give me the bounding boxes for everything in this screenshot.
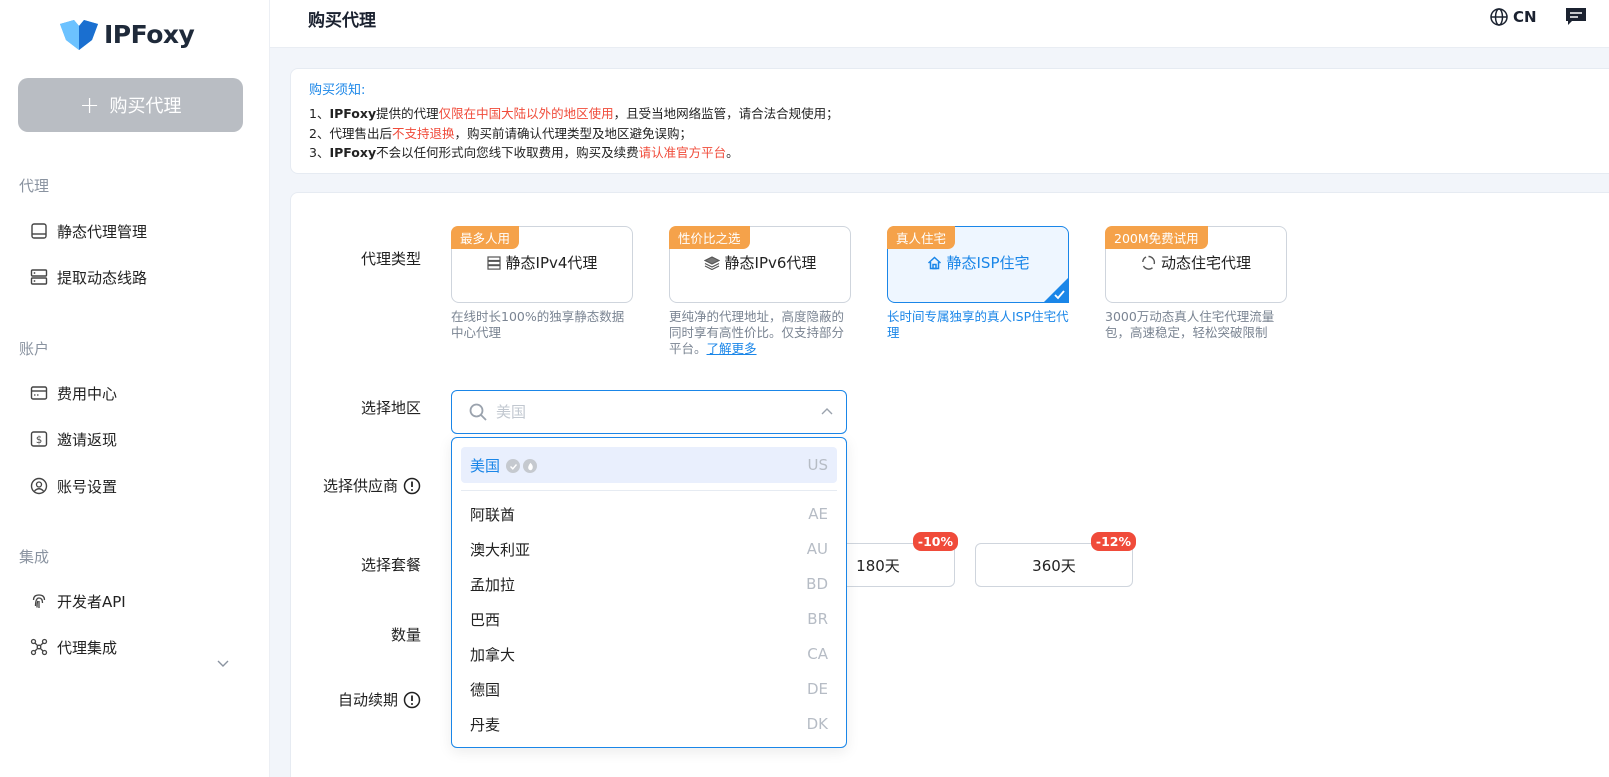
learn-more-link[interactable]: 了解更多 (707, 341, 757, 356)
chevron-down-icon[interactable] (216, 656, 230, 670)
verified-icon (506, 459, 521, 473)
sidebar-item-proxy-integration[interactable]: 代理集成 (30, 632, 117, 662)
buy-proxy-label: 购买代理 (109, 96, 182, 117)
recycle-icon (1142, 255, 1156, 270)
type-card-isp[interactable]: 真人住宅 静态ISP住宅 (887, 226, 1069, 303)
notice-line-3: 3、IPFoxy不会以任何形式向您线下收取费用，购买及续费请认准官方平台。 (309, 145, 739, 160)
sidebar-item-label: 账号设置 (57, 477, 118, 496)
region-option-ca[interactable]: 加拿大 CA (461, 636, 837, 672)
region-option-de[interactable]: 德国 DE (461, 671, 837, 707)
sidebar-item-billing[interactable]: 费用中心 (30, 378, 117, 408)
svg-text:$: $ (36, 435, 42, 446)
sidebar-item-developer-api[interactable]: 开发者API (30, 586, 126, 616)
chevron-up-icon[interactable] (820, 405, 834, 419)
type-card-ipv6[interactable]: 性价比之选 静态IPv6代理 (669, 226, 851, 303)
fox-logo-icon (60, 20, 98, 50)
type-desc-ipv6: 更纯净的代理地址，高度隐蔽的同时享有高性价比。仅支持部分平台。了解更多 (669, 309, 845, 356)
info-icon[interactable] (403, 477, 421, 495)
page-title: 购买代理 (308, 11, 376, 31)
type-name: 静态IPv6代理 (670, 252, 850, 273)
notice-line-1: 1、IPFoxy提供的代理仅限在中国大陆以外的地区使用，且受当地网络监管，请合法… (309, 106, 839, 121)
type-name: 静态ISP住宅 (888, 252, 1068, 273)
search-icon (469, 403, 487, 421)
selected-check-icon (1043, 277, 1069, 303)
type-name: 静态IPv4代理 (452, 252, 632, 273)
nav-section-account: 账户 (19, 340, 50, 358)
language-switcher[interactable]: CN (1489, 7, 1537, 27)
fire-icon (523, 459, 538, 473)
card-icon (30, 384, 48, 402)
sidebar-item-label: 费用中心 (57, 384, 118, 403)
type-name: 动态住宅代理 (1106, 252, 1286, 273)
region-search-input[interactable] (496, 403, 796, 421)
sidebar-item-label: 静态代理管理 (57, 222, 148, 241)
layers-icon (703, 255, 720, 270)
sidebar-item-label: 代理集成 (57, 638, 118, 657)
type-badge: 200M免费试用 (1105, 226, 1208, 249)
globe-icon (1490, 8, 1508, 26)
type-badge: 性价比之选 (669, 226, 750, 249)
user-circle-icon (30, 477, 48, 495)
type-desc-dynamic: 3000万动态真人住宅代理流量包，高速稳定，轻松突破限制 (1105, 309, 1275, 340)
sidebar-item-static-proxy[interactable]: 静态代理管理 (30, 216, 147, 246)
plan-360-days[interactable]: 360天 -12% (975, 532, 1136, 587)
info-icon[interactable] (403, 691, 421, 709)
region-option-us[interactable]: 美国 US (461, 447, 837, 483)
purchase-notice: 购买须知: 1、IPFoxy提供的代理仅限在中国大陆以外的地区使用，且受当地网络… (290, 68, 1609, 174)
region-search[interactable] (451, 390, 847, 434)
monitor-icon (30, 222, 48, 240)
brand-logo[interactable]: IPFoxy (58, 14, 195, 54)
type-badge: 真人住宅 (887, 226, 956, 249)
sidebar-item-label: 提取动态线路 (57, 268, 148, 287)
discount-badge: -10% (912, 532, 958, 551)
sidebar-item-referral[interactable]: $ 邀请返现 (30, 424, 117, 454)
dropdown-divider (461, 490, 837, 491)
type-card-ipv4[interactable]: 最多人用 静态IPv4代理 (451, 226, 633, 303)
type-desc-ipv4: 在线时长100%的独享静态数据中心代理 (451, 309, 625, 340)
sidebar-item-label: 邀请返现 (57, 430, 118, 449)
server-icon (30, 268, 48, 286)
type-desc-isp: 长时间专属独享的真人ISP住宅代理 (887, 309, 1069, 340)
type-badge: 最多人用 (451, 226, 520, 249)
label-quantity: 数量 (390, 626, 421, 644)
brand-name: IPFoxy (104, 19, 195, 49)
dollar-icon: $ (30, 430, 48, 448)
notice-title: 购买须知: (309, 83, 366, 98)
sidebar: IPFoxy + 购买代理 代理 静态代理管理 提取动态线路 账户 费用中心 $… (0, 0, 270, 777)
discount-badge: -12% (1090, 532, 1136, 551)
plus-icon: + (79, 91, 100, 119)
label-provider: 选择供应商 (291, 475, 421, 496)
region-dropdown: 美国 US 阿联酋 AE 澳大利亚 AU 孟加拉 BD 巴西 BR 加拿大 CA 德国 DE… (451, 437, 847, 748)
sidebar-item-label: 开发者API (57, 592, 126, 611)
nav-section-proxy: 代理 (19, 177, 50, 195)
sidebar-item-account-settings[interactable]: 账号设置 (30, 471, 117, 501)
label-plan: 选择套餐 (360, 556, 421, 574)
nodes-icon (30, 638, 48, 656)
label-auto-renew: 自动续期 (291, 689, 421, 710)
label-proxy-type: 代理类型 (360, 250, 421, 268)
buy-proxy-button[interactable]: + 购买代理 (18, 78, 243, 132)
fingerprint-icon (30, 592, 48, 610)
region-option-au[interactable]: 澳大利亚 AU (461, 531, 837, 567)
region-option-bd[interactable]: 孟加拉 BD (461, 566, 837, 602)
region-option-dk[interactable]: 丹麦 DK (461, 706, 837, 742)
notice-line-2: 2、代理售出后不支持退换，购买前请确认代理类型及地区避免误购； (309, 126, 692, 141)
sidebar-item-dynamic-lines[interactable]: 提取动态线路 (30, 262, 147, 292)
label-region: 选择地区 (360, 399, 421, 417)
message-icon[interactable] (1565, 7, 1587, 27)
language-label: CN (1513, 8, 1537, 26)
nav-section-integration: 集成 (19, 548, 50, 566)
home-icon (927, 255, 941, 269)
region-option-ae[interactable]: 阿联酋 AE (461, 496, 837, 532)
region-option-br[interactable]: 巴西 BR (461, 601, 837, 637)
top-header: 购买代理 CN (270, 0, 1609, 48)
server-stack-icon (486, 255, 501, 270)
type-card-dynamic[interactable]: 200M免费试用 动态住宅代理 (1105, 226, 1287, 303)
